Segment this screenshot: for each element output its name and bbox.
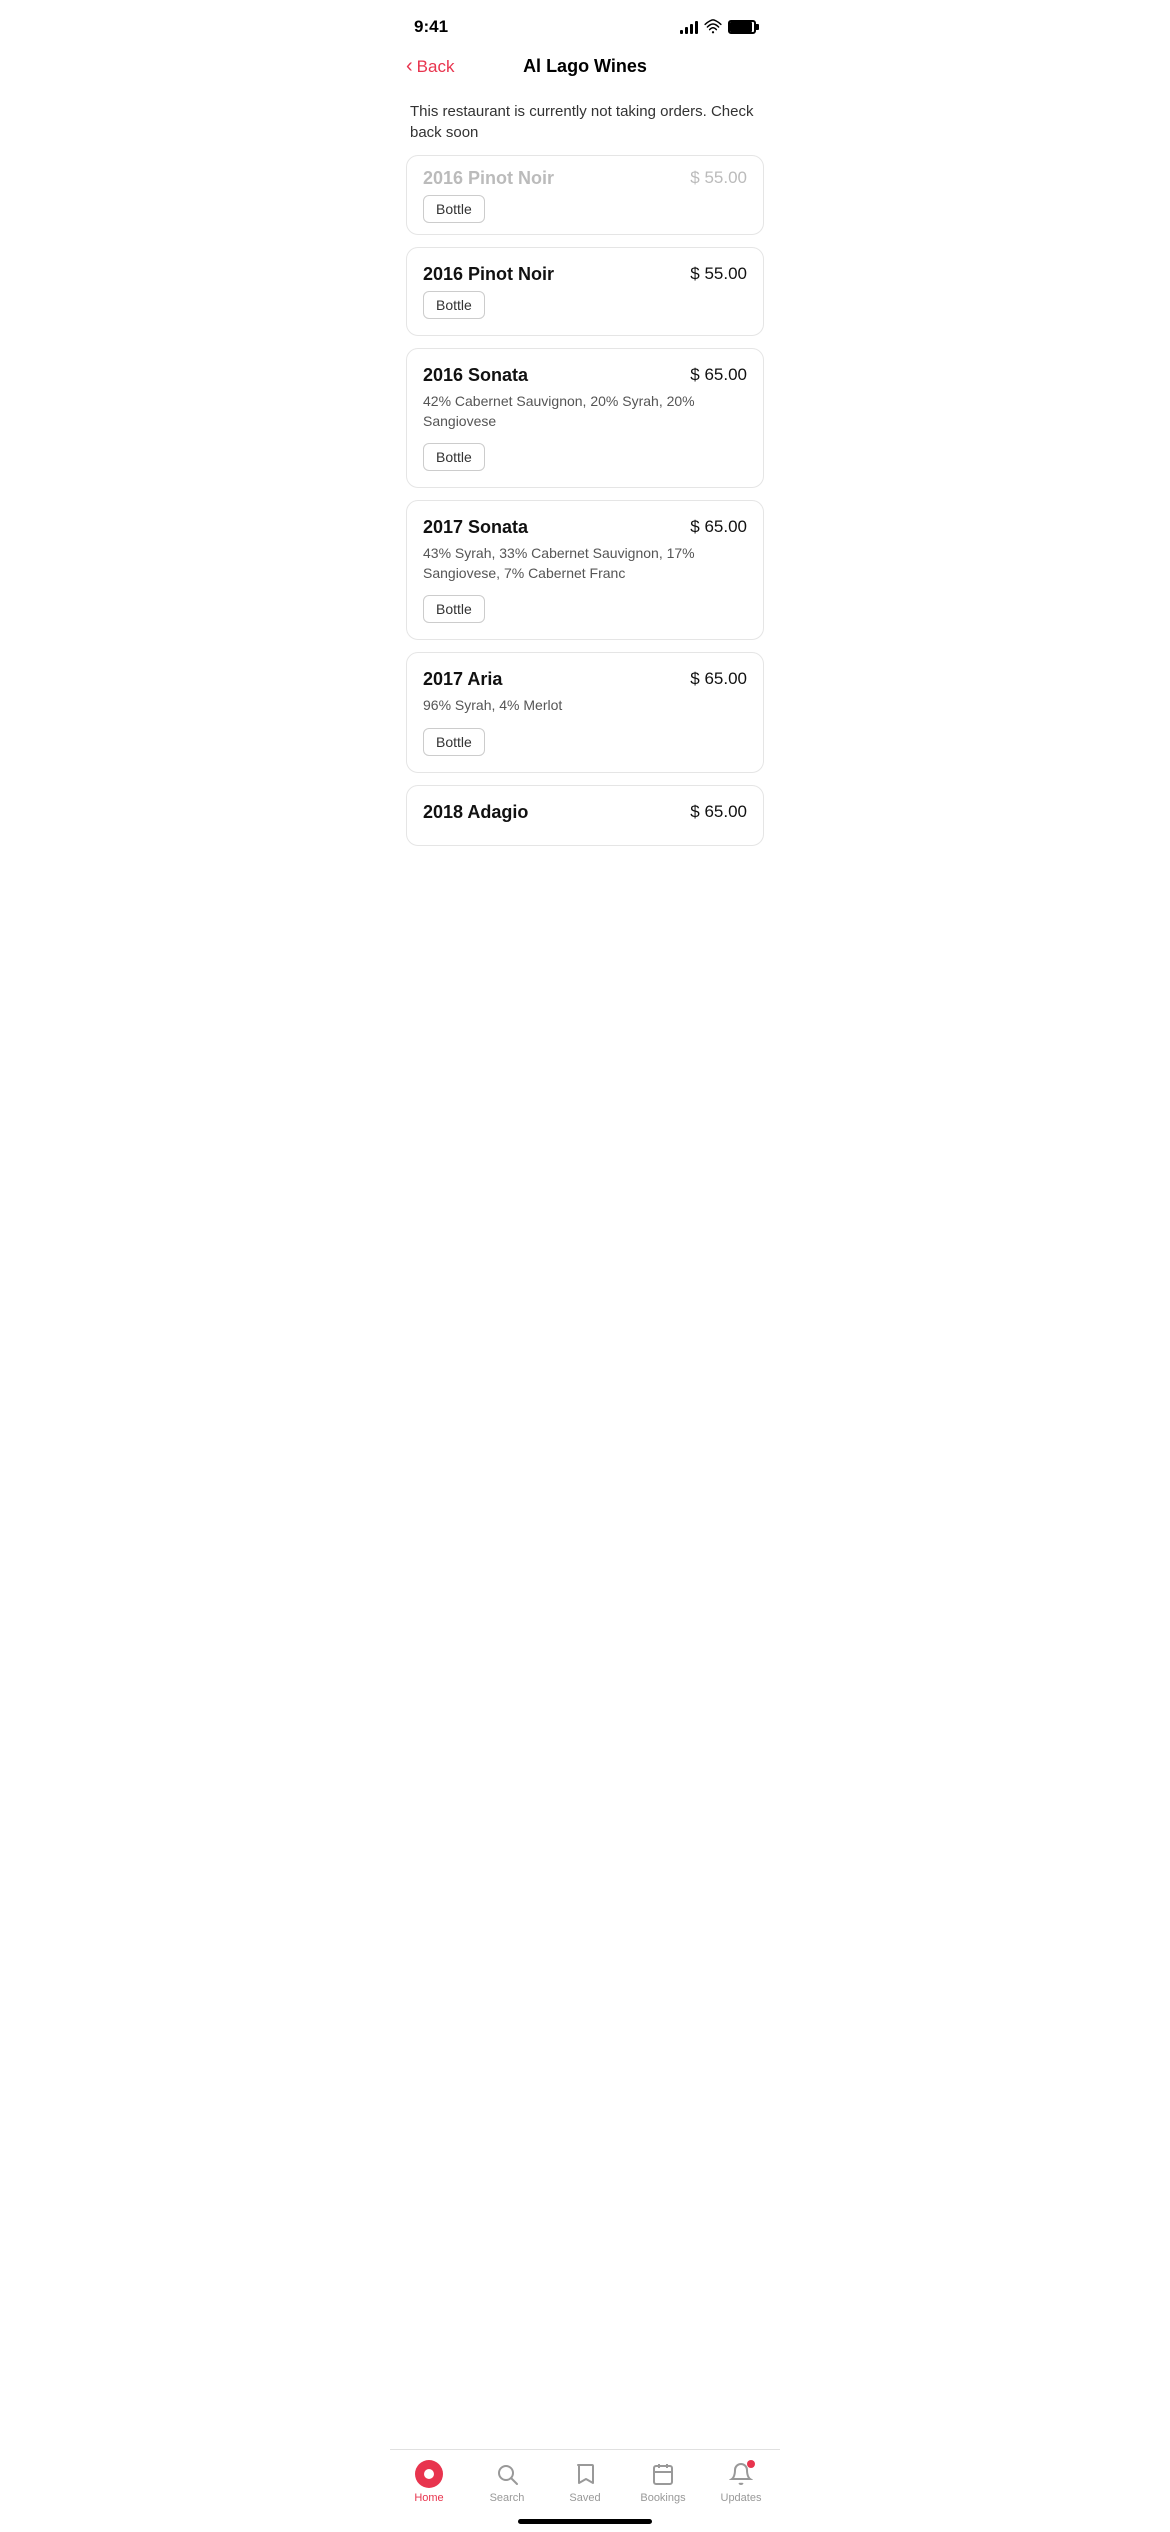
back-chevron-icon: ‹ bbox=[406, 55, 413, 78]
wine-price: $ 55.00 bbox=[690, 264, 747, 284]
wine-name: 2016 Sonata bbox=[423, 365, 682, 386]
nav-label-home: Home bbox=[414, 2492, 443, 2504]
nav-item-updates[interactable]: Updates bbox=[711, 2460, 771, 2504]
wine-header: 2016 Pinot Noir $ 55.00 bbox=[423, 168, 747, 189]
wifi-icon bbox=[704, 18, 722, 36]
back-label: Back bbox=[417, 57, 455, 77]
wine-card-partial-bottom: 2018 Adagio $ 65.00 bbox=[406, 785, 764, 846]
nav-item-search[interactable]: Search bbox=[477, 2460, 537, 2504]
bottle-badge[interactable]: Bottle bbox=[423, 443, 485, 471]
wine-price: $ 65.00 bbox=[690, 517, 747, 537]
home-icon bbox=[415, 2460, 443, 2488]
wine-card: 2016 Pinot Noir $ 55.00 Bottle bbox=[406, 247, 764, 336]
partial-wine-name: 2016 Pinot Noir bbox=[423, 168, 682, 189]
saved-icon bbox=[571, 2460, 599, 2488]
wine-card: 2017 Sonata $ 65.00 43% Syrah, 33% Caber… bbox=[406, 500, 764, 640]
bottle-badge[interactable]: Bottle bbox=[423, 595, 485, 623]
notification-dot bbox=[747, 2460, 755, 2468]
status-bar: 9:41 bbox=[390, 0, 780, 48]
status-time: 9:41 bbox=[414, 17, 448, 37]
back-button[interactable]: ‹ Back bbox=[406, 55, 454, 78]
home-indicator bbox=[518, 2519, 652, 2524]
partial-bottle-badge[interactable]: Bottle bbox=[423, 195, 485, 223]
nav-label-updates: Updates bbox=[721, 2492, 762, 2504]
nav-header: ‹ Back Al Lago Wines bbox=[390, 48, 780, 89]
bottle-badge[interactable]: Bottle bbox=[423, 728, 485, 756]
wine-description: 43% Syrah, 33% Cabernet Sauvignon, 17% S… bbox=[423, 544, 747, 583]
wine-price: $ 65.00 bbox=[690, 802, 747, 822]
search-icon bbox=[493, 2460, 521, 2488]
wine-description: 96% Syrah, 4% Merlot bbox=[423, 696, 747, 716]
signal-bars-icon bbox=[680, 20, 698, 34]
wine-card: 2016 Sonata $ 65.00 42% Cabernet Sauvign… bbox=[406, 348, 764, 488]
bookings-icon bbox=[649, 2460, 677, 2488]
wine-header: 2018 Adagio $ 65.00 bbox=[423, 802, 747, 823]
wine-price: $ 65.00 bbox=[690, 365, 747, 385]
nav-label-bookings: Bookings bbox=[640, 2492, 685, 2504]
status-icons bbox=[680, 18, 756, 36]
battery-icon bbox=[728, 20, 756, 34]
wine-header: 2017 Aria $ 65.00 bbox=[423, 669, 747, 690]
banner-message: This restaurant is currently not taking … bbox=[390, 89, 780, 155]
wine-name: 2018 Adagio bbox=[423, 802, 682, 823]
nav-item-home[interactable]: Home bbox=[399, 2460, 459, 2504]
nav-item-bookings[interactable]: Bookings bbox=[633, 2460, 693, 2504]
wine-header: 2017 Sonata $ 65.00 bbox=[423, 517, 747, 538]
wine-list: 2016 Pinot Noir $ 55.00 Bottle 2016 Pino… bbox=[390, 155, 780, 846]
wine-name: 2017 Aria bbox=[423, 669, 682, 690]
wine-name: 2016 Pinot Noir bbox=[423, 264, 682, 285]
nav-item-saved[interactable]: Saved bbox=[555, 2460, 615, 2504]
nav-label-saved: Saved bbox=[569, 2492, 600, 2504]
partial-wine-price: $ 55.00 bbox=[690, 168, 747, 188]
updates-icon bbox=[727, 2460, 755, 2488]
wine-price: $ 65.00 bbox=[690, 669, 747, 689]
page-title: Al Lago Wines bbox=[523, 56, 647, 77]
wine-card: 2017 Aria $ 65.00 96% Syrah, 4% Merlot B… bbox=[406, 652, 764, 773]
wine-header: 2016 Sonata $ 65.00 bbox=[423, 365, 747, 386]
nav-label-search: Search bbox=[490, 2492, 525, 2504]
partial-wine-card: 2016 Pinot Noir $ 55.00 Bottle bbox=[406, 155, 764, 235]
bottle-badge[interactable]: Bottle bbox=[423, 291, 485, 319]
wine-header: 2016 Pinot Noir $ 55.00 bbox=[423, 264, 747, 285]
wine-description: 42% Cabernet Sauvignon, 20% Syrah, 20% S… bbox=[423, 392, 747, 431]
wine-name: 2017 Sonata bbox=[423, 517, 682, 538]
